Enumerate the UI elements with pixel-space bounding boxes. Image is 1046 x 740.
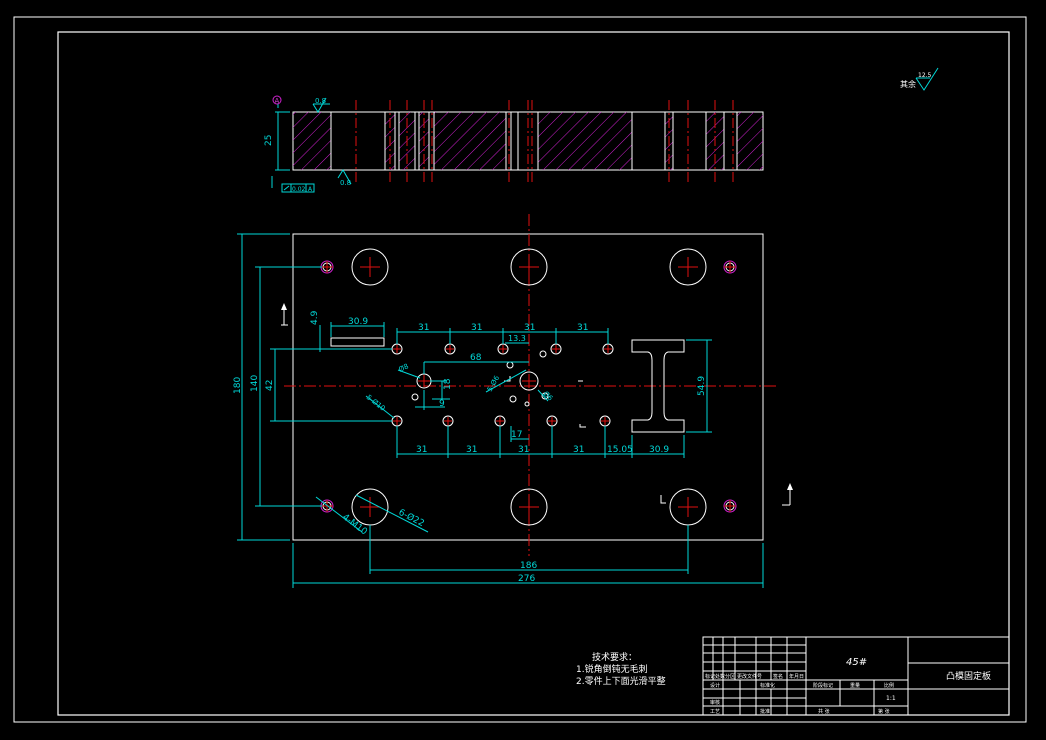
dim-pitch-top-3: 31: [524, 323, 535, 333]
cad-drawing-canvas: 其余 12.5 25 A 0.8 0.8 0.02 A 180 140 42 4…: [13, 16, 1027, 723]
dim-15-05: 15.05: [607, 445, 633, 455]
tb-row-label-4: 更改文件号: [737, 673, 762, 680]
dim-13-3: 13.3: [508, 334, 526, 343]
tb-row-label-3: 分区: [725, 673, 735, 680]
tb-row-label-2: 处数: [715, 673, 725, 680]
dim-overall-height: 180: [233, 377, 243, 394]
tb-approve: 批准: [760, 708, 770, 715]
dim-18: 18: [443, 378, 453, 390]
dim-inner-height: 42: [265, 380, 275, 391]
roughness-bottom: 0.8: [340, 179, 351, 187]
technical-requirements: 技术要求： 1.锐角倒钝无毛刺 2.零件上下面光滑平整: [576, 651, 666, 687]
dim-pitch-bot-1: 31: [416, 445, 427, 455]
tb-review: 审核: [710, 699, 720, 706]
roughness-value: 12.5: [918, 72, 932, 79]
note-phi6: Ø6: [542, 390, 555, 403]
dim-17: 17: [511, 430, 522, 440]
tb-scale: 1:1: [886, 695, 896, 702]
tech-req-line2: 2.零件上下面光滑平整: [576, 675, 666, 687]
tb-process: 工艺: [710, 709, 720, 715]
dim-pitch-top-4: 31: [577, 323, 588, 333]
thickness-dim: 25: [264, 135, 274, 146]
dim-54-9: 54.9: [697, 376, 707, 396]
dim-bottom-30-9: 30.9: [649, 445, 669, 455]
note-phi8: Ø8: [397, 362, 409, 373]
tech-req-line1: 1.锐角倒钝无毛刺: [576, 663, 648, 675]
tb-row-label-6: 年月日: [789, 673, 804, 680]
flatness-tolerance: 0.02: [292, 186, 306, 193]
dim-68: 68: [470, 353, 482, 363]
dim-pitch-bot-2: 31: [466, 445, 477, 455]
tb-sheet-total: 共 张: [818, 708, 830, 715]
dim-pitch-top-1: 31: [418, 323, 429, 333]
dim-hole-spacing-x: 186: [520, 561, 537, 571]
dim-9: 9: [439, 399, 445, 409]
tb-sheet-no: 第 张: [878, 708, 890, 715]
note-5phi10: 5-Ø10: [365, 393, 387, 412]
tech-req-title: 技术要求：: [592, 651, 637, 663]
dim-pitch-bot-3: 31: [518, 445, 529, 455]
tb-stage: 阶段标记: [813, 682, 833, 689]
tb-row-label-5: 签名: [773, 673, 783, 680]
datum-label: A: [275, 97, 280, 105]
tb-weight: 重量: [850, 682, 860, 689]
section-view: 25 A 0.8 0.8 0.02 A: [264, 95, 764, 193]
dim-pitch-bot-4: 31: [573, 445, 584, 455]
dim-slot-offset: 4.9: [310, 310, 320, 325]
plan-view: 180 140 42 4.9 30.9 31 31 31 31 13.3 68 …: [233, 214, 793, 588]
tb-standard: 标准化: [760, 682, 775, 689]
outer-frame: [13, 16, 1027, 723]
note-5phi6: 5-Ø6: [486, 374, 502, 393]
dim-hole-spacing-y: 140: [250, 375, 260, 392]
material: 45#: [846, 657, 867, 668]
note-6phi22: 6-Ø22: [397, 507, 427, 529]
dim-overall-width: 276: [518, 574, 535, 584]
roughness-other-label: 其余: [900, 79, 916, 89]
tb-row-label-1: 标记: [705, 673, 715, 680]
roughness-symbol: 其余 12.5: [900, 67, 939, 91]
tb-designer: 设计: [710, 682, 720, 689]
dim-pitch-top-2: 31: [471, 323, 482, 333]
roughness-top: 0.8: [315, 97, 326, 105]
tb-ratio: 比例: [884, 682, 894, 689]
dim-slot-length: 30.9: [348, 317, 368, 327]
part-name: 凸模固定板: [946, 670, 991, 682]
